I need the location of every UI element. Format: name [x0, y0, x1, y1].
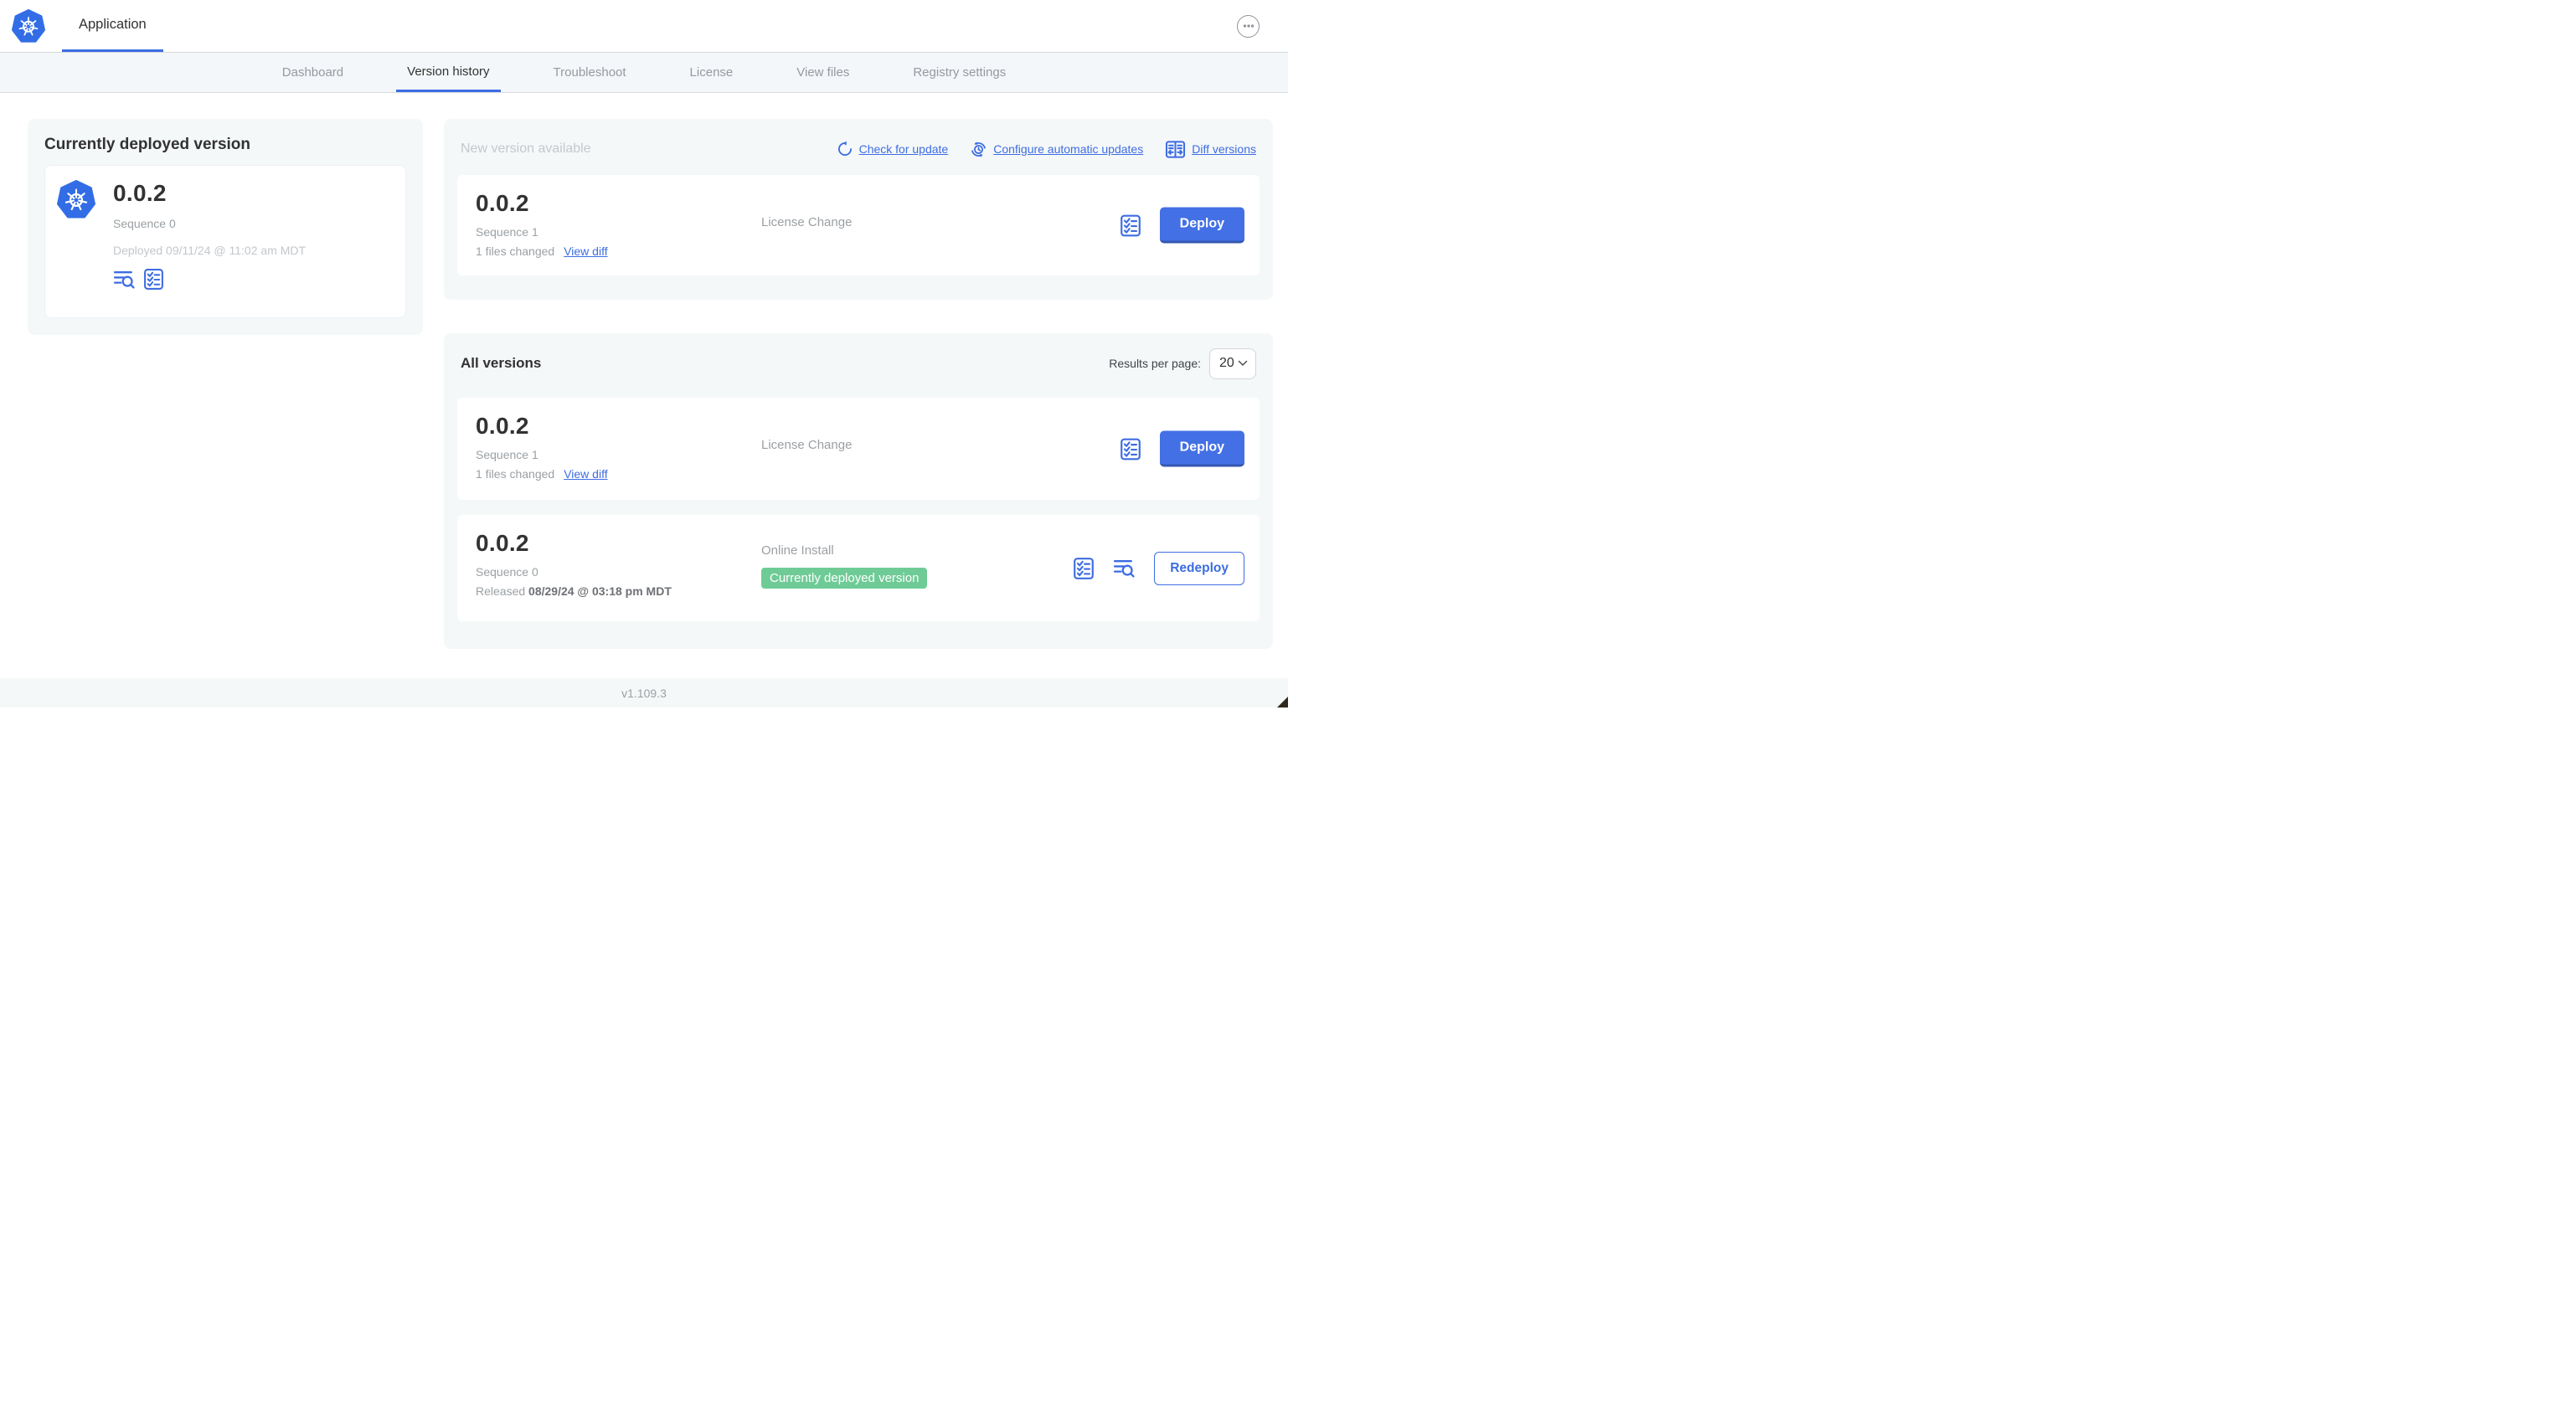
- deployed-timestamp: Deployed 09/11/24 @ 11:02 am MDT: [113, 244, 307, 257]
- released-date: 08/29/24 @ 03:18 pm MDT: [528, 584, 672, 598]
- files-changed: 1 files changed View diff: [476, 244, 761, 258]
- check-for-update-label: Check for update: [858, 142, 949, 156]
- version-number: 0.0.2: [113, 180, 167, 206]
- diff-versions-link[interactable]: Diff versions: [1165, 140, 1256, 159]
- diff-panes-icon: [1165, 140, 1186, 159]
- right-column: New version available Check for update C…: [444, 119, 1273, 649]
- sequence-label: Sequence 0: [476, 565, 538, 579]
- configure-automatic-updates-link[interactable]: Configure automatic updates: [970, 140, 1144, 158]
- chevron-down-icon: [1238, 360, 1248, 367]
- deploy-button[interactable]: Deploy: [1159, 207, 1244, 244]
- sequence-label: Sequence 1: [476, 225, 538, 239]
- view-diff-link[interactable]: View diff: [564, 244, 607, 258]
- app-tab-label: Application: [79, 17, 147, 32]
- ellipsis-icon: [1240, 18, 1257, 34]
- redeploy-button[interactable]: Redeploy: [1154, 551, 1244, 585]
- new-version-panel: New version available Check for update C…: [444, 119, 1273, 300]
- all-versions-title: All versions: [461, 355, 542, 371]
- version-info: 0.0.2 Sequence 0 Released 08/29/24 @ 03:…: [476, 530, 761, 598]
- kubernetes-logo-icon: [11, 8, 45, 43]
- new-version-row: 0.0.2 Sequence 1 1 files changed View di…: [457, 175, 1260, 275]
- deployed-version-card: 0.0.2 Sequence 0 Deployed 09/11/24 @ 11:…: [44, 165, 406, 318]
- version-number: 0.0.2: [476, 530, 529, 556]
- results-per-page-select[interactable]: 20: [1209, 347, 1256, 379]
- tab-troubleshoot[interactable]: Troubleshoot: [543, 53, 637, 92]
- app-icon: [56, 180, 95, 219]
- tab-view-files[interactable]: View files: [786, 53, 860, 92]
- view-diff-link[interactable]: View diff: [564, 467, 607, 481]
- preflight-checklist-icon[interactable]: [143, 268, 164, 291]
- version-source-block: Online Install Currently deployed versio…: [761, 543, 928, 589]
- kots-admin-console: Application Dashboard Version history Tr…: [0, 0, 1288, 708]
- version-source: License Change: [761, 438, 853, 452]
- version-source: License Change: [761, 215, 853, 229]
- overflow-menu-button[interactable]: [1237, 14, 1260, 38]
- app-header: Application: [0, 0, 1288, 53]
- deployed-version-info: 0.0.2 Sequence 0 Deployed 09/11/24 @ 11:…: [113, 180, 306, 303]
- version-row-sequence-0: 0.0.2 Sequence 0 Released 08/29/24 @ 03:…: [457, 515, 1260, 621]
- version-actions: Deploy: [1120, 430, 1244, 467]
- preflight-checklist-icon[interactable]: [1120, 437, 1141, 461]
- currently-deployed-badge: Currently deployed version: [761, 568, 928, 589]
- view-deploy-logs-icon[interactable]: [1113, 558, 1136, 579]
- sequence-label: Sequence 0: [113, 217, 176, 230]
- preflight-checklist-icon[interactable]: [1120, 214, 1141, 237]
- sequence-label: Sequence 1: [476, 448, 538, 461]
- files-changed-label: 1 files changed: [476, 467, 555, 481]
- currently-deployed-panel: Currently deployed version 0.0.2 Sequenc…: [28, 119, 423, 335]
- version-source: Online Install: [761, 543, 834, 558]
- released-timestamp: Released 08/29/24 @ 03:18 pm MDT: [476, 584, 761, 598]
- files-changed: 1 files changed View diff: [476, 467, 761, 481]
- corner-artifact: [1277, 697, 1288, 708]
- tab-dashboard[interactable]: Dashboard: [271, 53, 354, 92]
- currently-deployed-title: Currently deployed version: [44, 136, 251, 153]
- tab-registry-settings[interactable]: Registry settings: [902, 53, 1017, 92]
- console-version: v1.109.3: [621, 686, 667, 700]
- new-version-title: New version available: [461, 142, 591, 156]
- files-changed-label: 1 files changed: [476, 244, 555, 258]
- results-per-page-label: Results per page:: [1109, 357, 1201, 370]
- version-number: 0.0.2: [476, 190, 529, 216]
- all-versions-header: All versions Results per page: 20: [457, 347, 1260, 379]
- version-actions: Deploy: [1120, 207, 1244, 244]
- tab-license[interactable]: License: [679, 53, 744, 92]
- released-label: Released: [476, 584, 526, 598]
- check-for-update-link[interactable]: Check for update: [837, 141, 949, 157]
- results-per-page: Results per page: 20: [1109, 347, 1256, 379]
- section-nav: Dashboard Version history Troubleshoot L…: [0, 53, 1288, 93]
- deploy-button[interactable]: Deploy: [1159, 430, 1244, 467]
- version-number: 0.0.2: [476, 413, 529, 439]
- clock-sync-icon: [970, 140, 987, 158]
- deployed-version-actions: [113, 268, 306, 291]
- version-row-sequence-1: 0.0.2 Sequence 1 1 files changed View di…: [457, 398, 1260, 500]
- refresh-icon: [837, 141, 853, 157]
- tab-version-history[interactable]: Version history: [396, 53, 501, 92]
- new-version-header: New version available Check for update C…: [457, 133, 1260, 165]
- version-info: 0.0.2 Sequence 1 1 files changed View di…: [476, 413, 761, 481]
- app-tab-application[interactable]: Application: [62, 0, 163, 52]
- configure-automatic-updates-label: Configure automatic updates: [993, 142, 1144, 156]
- version-action-links: Check for update Configure automatic upd…: [837, 140, 1256, 159]
- preflight-checklist-icon[interactable]: [1073, 557, 1095, 580]
- version-info: 0.0.2 Sequence 1 1 files changed View di…: [476, 190, 761, 258]
- diff-versions-label: Diff versions: [1192, 142, 1256, 156]
- results-per-page-value: 20: [1219, 356, 1234, 370]
- version-actions: Redeploy: [1073, 551, 1244, 585]
- view-deploy-logs-icon[interactable]: [113, 269, 136, 290]
- all-versions-panel: All versions Results per page: 20 0.0.2 …: [444, 333, 1273, 649]
- footer: v1.109.3: [0, 678, 1288, 708]
- main-content: Currently deployed version 0.0.2 Sequenc…: [0, 93, 1288, 649]
